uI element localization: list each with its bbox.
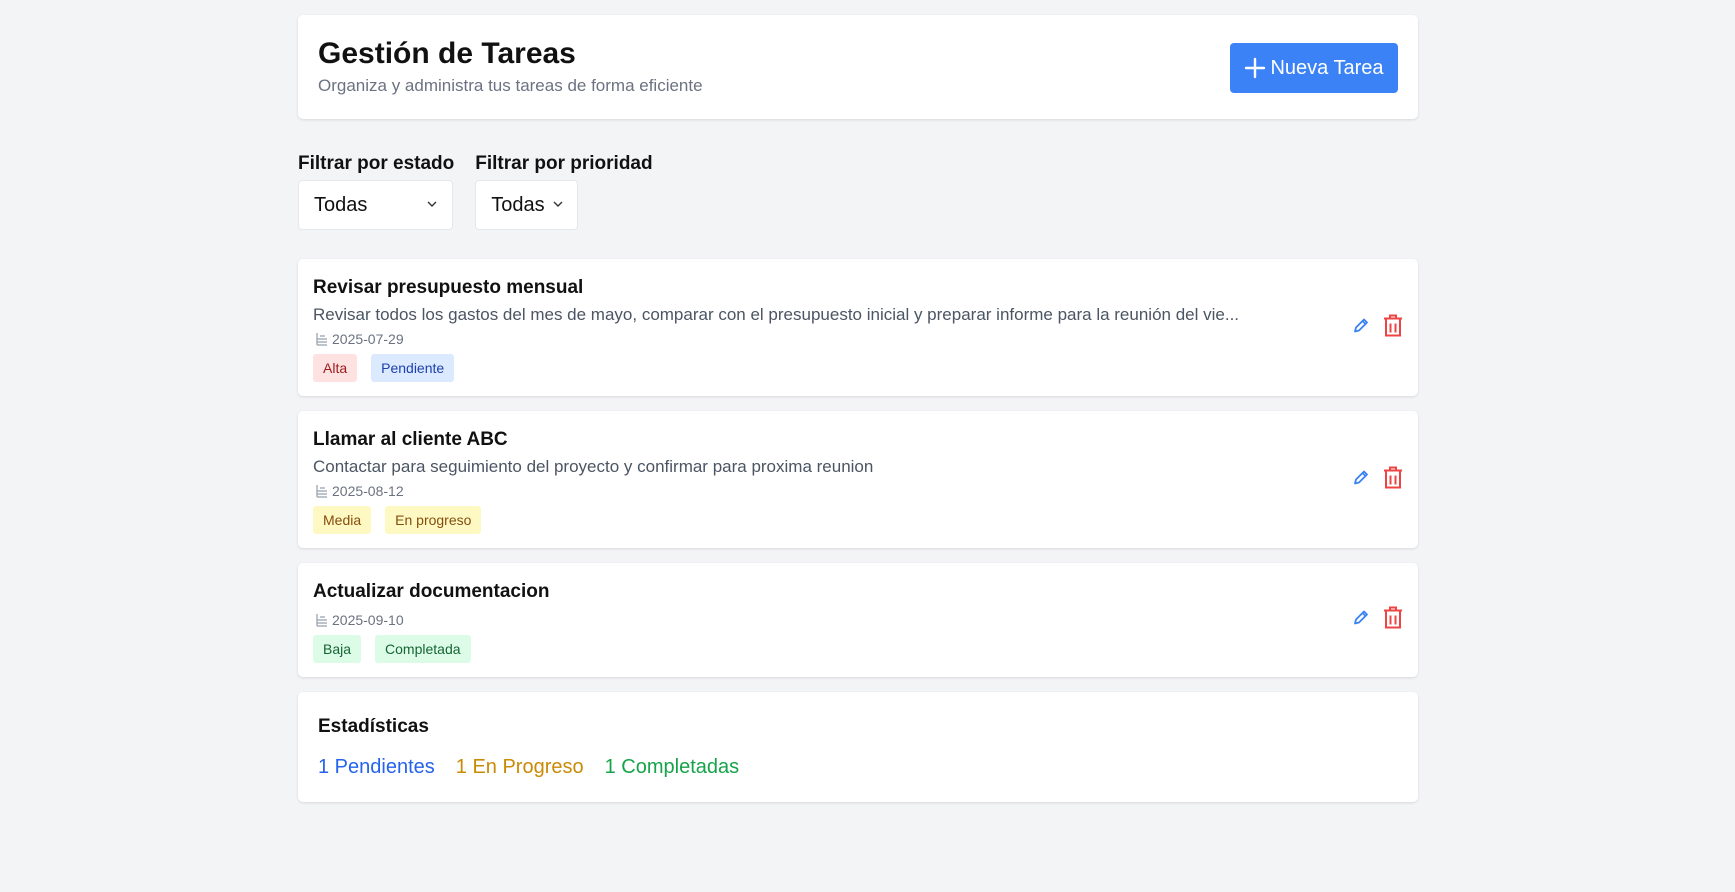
priority-badge: Media xyxy=(313,506,372,534)
app-container: Gestión de Tareas Organiza y administra … xyxy=(298,15,1418,802)
priority-badge: Baja xyxy=(313,635,362,663)
chevron-down-icon xyxy=(427,199,437,211)
task-title: Revisar presupuesto mensual xyxy=(313,277,584,298)
priority-filter-label: Filtrar por prioridad xyxy=(475,153,653,174)
pencil-icon[interactable] xyxy=(1352,609,1370,632)
task-badges: Alta Pendiente xyxy=(313,354,1403,382)
task-card: Actualizar documentacion 2025-09-10 Baja… xyxy=(298,563,1418,677)
plus-icon xyxy=(1244,57,1266,79)
stat-in-progress: 1 En Progreso xyxy=(455,756,584,778)
task-card: Llamar al cliente ABC Contactar para seg… xyxy=(298,411,1418,548)
task-card: Revisar presupuesto mensual Revisar todo… xyxy=(298,259,1418,396)
trash-icon[interactable] xyxy=(1382,606,1404,635)
status-badge: Pendiente xyxy=(371,354,455,382)
task-due-date: 2025-09-10 xyxy=(313,611,1403,629)
status-filter-label: Filtrar por estado xyxy=(298,153,455,174)
stat-pending: 1 Pendientes xyxy=(318,756,435,778)
priority-filter-group: Filtrar por prioridad Todas xyxy=(475,153,653,230)
stats-panel: Estadísticas 1 Pendientes 1 En Progreso … xyxy=(298,692,1418,802)
new-task-label: Nueva Tarea xyxy=(1270,56,1384,79)
task-description: Revisar todos los gastos del mes de mayo… xyxy=(313,305,1240,324)
task-list: Revisar presupuesto mensual Revisar todo… xyxy=(298,259,1418,677)
task-date-text: 2025-07-29 xyxy=(332,331,404,347)
stats-title: Estadísticas xyxy=(318,716,429,737)
task-due-date: 2025-08-12 xyxy=(313,482,1403,500)
priority-badge: Alta xyxy=(313,354,358,382)
task-title: Llamar al cliente ABC xyxy=(313,429,508,450)
task-date-text: 2025-08-12 xyxy=(332,483,404,499)
status-badge: En progreso xyxy=(385,506,482,534)
task-badges: Baja Completada xyxy=(313,635,1403,663)
status-filter-group: Filtrar por estado Todas xyxy=(298,153,454,230)
priority-filter-value: Todas xyxy=(491,193,545,216)
pencil-icon[interactable] xyxy=(1352,468,1370,491)
task-title: Actualizar documentacion xyxy=(313,581,550,602)
chevron-down-icon xyxy=(553,199,563,211)
task-badges: Media En progreso xyxy=(313,506,1403,534)
new-task-button[interactable]: Nueva Tarea xyxy=(1230,43,1398,93)
pencil-icon[interactable] xyxy=(1352,316,1370,339)
calendar-icon xyxy=(313,612,329,628)
calendar-icon xyxy=(313,331,329,347)
task-description: Contactar para seguimiento del proyecto … xyxy=(313,457,874,476)
status-badge: Completada xyxy=(375,635,471,663)
stats-row: 1 Pendientes 1 En Progreso 1 Completadas xyxy=(318,756,1398,779)
task-actions xyxy=(1352,606,1404,635)
priority-filter-select[interactable]: Todas xyxy=(475,180,579,230)
trash-icon[interactable] xyxy=(1382,313,1404,342)
filters-bar: Filtrar por estado Todas Filtrar por pri… xyxy=(298,153,1418,230)
status-filter-select[interactable]: Todas xyxy=(298,180,453,230)
trash-icon[interactable] xyxy=(1382,465,1404,494)
status-filter-value: Todas xyxy=(314,193,368,216)
stat-completed: 1 Completadas xyxy=(604,756,740,778)
page-header: Gestión de Tareas Organiza y administra … xyxy=(298,15,1418,119)
task-due-date: 2025-07-29 xyxy=(313,330,1403,348)
task-actions xyxy=(1352,313,1404,342)
calendar-icon xyxy=(313,483,329,499)
task-date-text: 2025-09-10 xyxy=(332,612,404,628)
task-actions xyxy=(1352,465,1404,494)
